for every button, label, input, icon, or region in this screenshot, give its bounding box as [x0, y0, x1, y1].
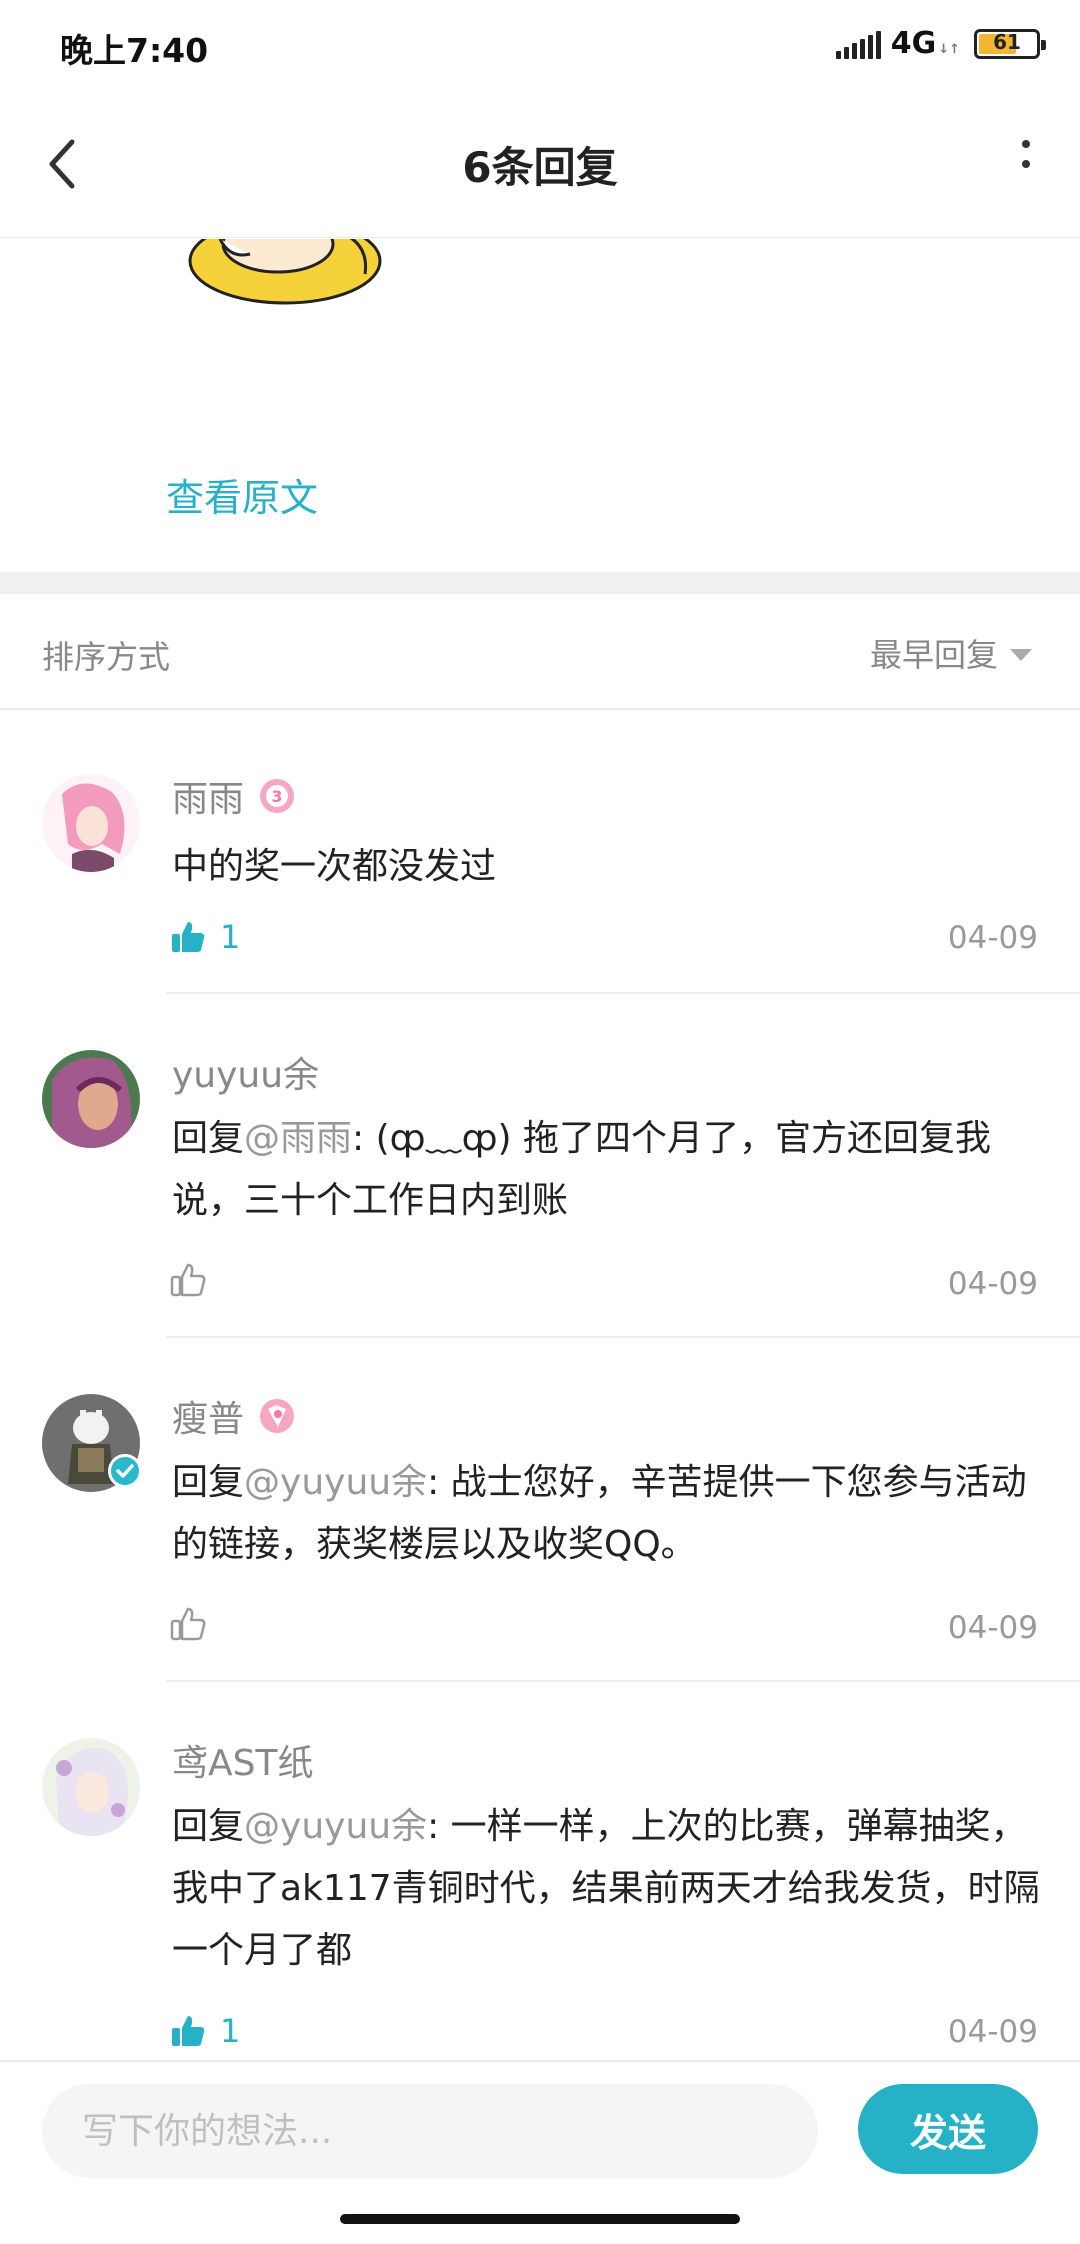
sort-dropdown[interactable]: 最早回复	[870, 630, 1032, 676]
username[interactable]: yuyuu余	[172, 1046, 319, 1098]
sort-value: 最早回复	[869, 636, 998, 674]
avatar-image	[42, 1738, 140, 1836]
status-bar: 晚上7:40 4G ↓↑ 61	[0, 0, 1080, 92]
level-badge-icon: 3	[260, 779, 295, 813]
level-badge-icon	[260, 1399, 295, 1433]
avatar[interactable]	[42, 1050, 140, 1148]
reply-date: 04-09	[947, 920, 1038, 956]
avatar[interactable]	[42, 774, 140, 872]
reply-text: 回复@yuyuu余: 战士您好，辛苦提供一下您参与活动的链接，获奖楼层以及收奖Q…	[172, 1462, 1027, 1565]
like-count: 1	[220, 918, 241, 956]
comment-input[interactable]	[42, 2084, 818, 2178]
reply-text: 回复@雨雨: (ȹ﹏ȹ) 拖了四个月了，官方还回复我说，三十个工作日内到账	[172, 1118, 991, 1221]
avatar-image	[42, 1050, 140, 1148]
home-indicator[interactable]	[340, 2214, 740, 2224]
mention-link[interactable]: @yuyuu余	[244, 1806, 427, 1847]
battery-level: 61	[993, 29, 1021, 54]
username[interactable]: 鸢AST纸	[172, 1734, 313, 1786]
comment-composer: 发送	[0, 2060, 1080, 2200]
like-button[interactable]	[170, 1262, 206, 1298]
reply-item: 瘦普 回复@yuyuu余: 战士您好，辛苦提供一下您参与活动的链接，获奖楼层以及…	[0, 1338, 1080, 1682]
like-button[interactable]: 1	[170, 2012, 240, 2050]
reply-date: 04-09	[947, 1266, 1038, 1302]
reply-text: 中的奖一次都没发过	[172, 846, 497, 887]
thumbs-up-icon	[170, 1263, 206, 1297]
sticker-image	[188, 239, 382, 305]
reply-date: 04-09	[947, 1610, 1038, 1646]
dot-icon	[1022, 160, 1030, 168]
nav-bar: 6条回复	[0, 92, 1080, 238]
reply-date: 04-09	[947, 2014, 1038, 2050]
status-time: 晚上7:40	[60, 31, 209, 70]
name-row: 瘦普	[172, 1390, 296, 1442]
reply-item: yuyuu余 回复@雨雨: (ȹ﹏ȹ) 拖了四个月了，官方还回复我说，三十个工作…	[0, 994, 1080, 1338]
send-button[interactable]: 发送	[858, 2084, 1038, 2174]
page-title: 6条回复	[462, 143, 618, 192]
dot-icon	[1022, 140, 1030, 148]
name-row: yuyuu余	[172, 1046, 319, 1098]
section-divider	[0, 572, 1080, 594]
reply-item: 鸢AST纸 回复@yuyuu余: 一样一样，上次的比赛，弹幕抽奖，我中了ak11…	[0, 1682, 1080, 2060]
username[interactable]: 雨雨	[172, 770, 244, 822]
avatar[interactable]	[42, 1738, 140, 1836]
sort-row: 排序方式 最早回复	[0, 594, 1080, 710]
mention-link[interactable]: @yuyuu余	[244, 1462, 427, 1503]
original-post-card: 查看原文	[0, 239, 1080, 572]
caret-down-icon	[1010, 649, 1032, 661]
name-row: 鸢AST纸	[172, 1734, 313, 1786]
battery-icon: 61	[974, 28, 1046, 59]
avatar-image	[42, 774, 140, 872]
thumbs-up-icon	[170, 1607, 206, 1641]
reply-text: 回复@yuyuu余: 一样一样，上次的比赛，弹幕抽奖，我中了ak117青铜时代，…	[172, 1806, 1040, 1971]
more-options-button[interactable]	[1010, 136, 1040, 192]
status-indicators: 4G ↓↑ 61	[835, 26, 1046, 61]
like-button[interactable]: 1	[170, 918, 240, 956]
reply-item: 雨雨 3 中的奖一次都没发过 1 04-09	[0, 712, 1080, 994]
network-type: 4G ↓↑	[890, 26, 960, 61]
thumbs-up-filled-icon	[172, 922, 205, 952]
view-original-link[interactable]: 查看原文	[166, 467, 318, 522]
like-count: 1	[220, 2012, 241, 2050]
svg-text:3: 3	[271, 787, 282, 806]
thumbs-up-filled-icon	[172, 2016, 205, 2046]
username[interactable]: 瘦普	[172, 1390, 244, 1442]
name-row: 雨雨 3	[172, 770, 296, 822]
like-button[interactable]	[170, 1606, 206, 1642]
verified-badge-icon	[108, 1454, 142, 1488]
mention-link[interactable]: @雨雨	[244, 1118, 352, 1159]
sort-label: 排序方式	[42, 638, 171, 676]
signal-icon	[835, 29, 881, 59]
